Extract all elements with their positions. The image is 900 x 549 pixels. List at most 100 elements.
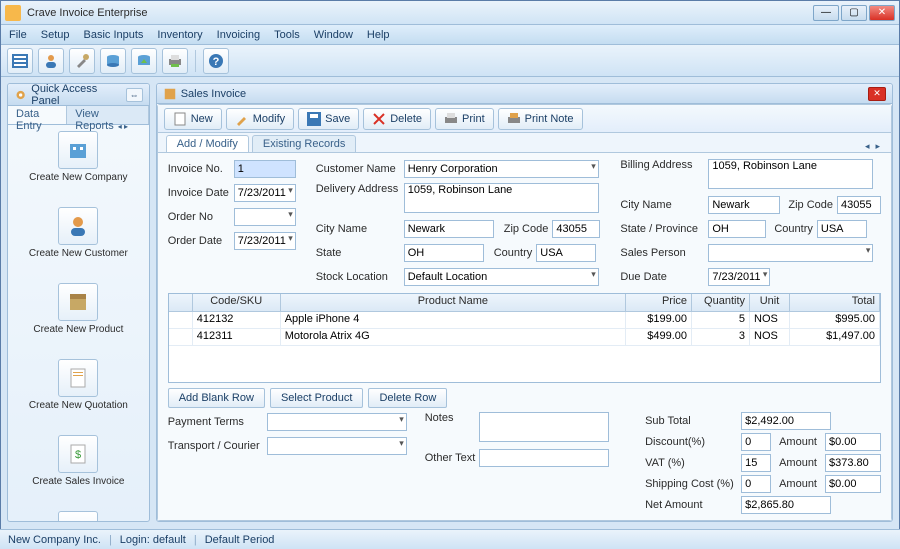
bstate-input[interactable] <box>708 220 766 238</box>
delivery-address-input[interactable] <box>404 183 599 213</box>
toolbar-db-icon[interactable] <box>100 48 126 74</box>
add-blank-row-button[interactable]: Add Blank Row <box>168 388 265 408</box>
lbl-invoice-no: Invoice No. <box>168 163 230 175</box>
notes-input[interactable] <box>479 412 609 442</box>
qap-create-sales-invoice[interactable]: $Create Sales Invoice <box>38 435 118 503</box>
qap-create-company[interactable]: Create New Company <box>38 131 118 199</box>
col-product[interactable]: Product Name <box>281 294 626 311</box>
lbl-zip: Zip Code <box>504 223 549 235</box>
qap-tab-data-entry[interactable]: Data Entry <box>8 106 67 124</box>
col-unit[interactable]: Unit <box>750 294 790 311</box>
maximize-button[interactable]: ▢ <box>841 5 867 21</box>
menu-inventory[interactable]: Inventory <box>157 29 202 41</box>
svg-text:?: ? <box>213 56 220 68</box>
qap-receive-payments[interactable]: $Receive Payments <box>38 511 118 521</box>
toolbar-print-icon[interactable] <box>162 48 188 74</box>
lbl-delivery: Delivery Address <box>316 183 400 195</box>
lbl-bcity: City Name <box>620 199 704 211</box>
qap-collapse-button[interactable]: ⇔ <box>126 88 143 102</box>
col-sku[interactable]: Code/SKU <box>193 294 281 311</box>
delete-button[interactable]: Delete <box>363 108 431 130</box>
invoice-date-input[interactable] <box>234 184 296 202</box>
vat-pct-input[interactable] <box>741 454 771 472</box>
col-qty[interactable]: Quantity <box>692 294 750 311</box>
customer-name-input[interactable] <box>404 160 599 178</box>
lbl-transport: Transport / Courier <box>168 440 263 452</box>
state-input[interactable] <box>404 244 484 262</box>
shipping-amt <box>825 475 881 493</box>
toolbar-user-icon[interactable] <box>38 48 64 74</box>
menu-basic-inputs[interactable]: Basic Inputs <box>83 29 143 41</box>
toolbar-db-up-icon[interactable] <box>131 48 157 74</box>
lbl-order-date: Order Date <box>168 235 230 247</box>
new-button[interactable]: New <box>164 108 222 130</box>
duedate-input[interactable] <box>708 268 770 286</box>
qap-title: Quick Access Panel <box>31 83 123 107</box>
bcountry-input[interactable] <box>817 220 867 238</box>
invoice-no-input[interactable] <box>234 160 296 178</box>
print-note-button[interactable]: Print Note <box>498 108 583 130</box>
transport-input[interactable] <box>267 437 407 455</box>
close-button[interactable]: ✕ <box>869 5 895 21</box>
bcity-input[interactable] <box>708 196 780 214</box>
lbl-order-no: Order No <box>168 211 230 223</box>
salesperson-input[interactable] <box>708 244 873 262</box>
line-items-grid: Code/SKU Product Name Price Quantity Uni… <box>168 293 881 383</box>
tab-nav-next[interactable]: ▸ <box>872 141 883 152</box>
toolbar-list-icon[interactable] <box>7 48 33 74</box>
tab-existing-records[interactable]: Existing Records <box>252 135 357 152</box>
menu-tools[interactable]: Tools <box>274 29 300 41</box>
order-date-input[interactable] <box>234 232 296 250</box>
invoice-icon <box>163 87 177 101</box>
status-company: New Company Inc. <box>8 534 101 546</box>
lbl-subtotal: Sub Total <box>645 415 737 427</box>
menu-setup[interactable]: Setup <box>41 29 70 41</box>
grid-row[interactable]: 412311Motorola Atrix 4G$499.003NOS$1,497… <box>169 329 880 346</box>
shipping-pct-input[interactable] <box>741 475 771 493</box>
toolbar-help-icon[interactable]: ? <box>203 48 229 74</box>
lbl-bcountry: Country <box>774 223 813 235</box>
discount-amt <box>825 433 881 451</box>
bzip-input[interactable] <box>837 196 881 214</box>
save-button[interactable]: Save <box>298 108 359 130</box>
menu-invoicing[interactable]: Invoicing <box>217 29 260 41</box>
menubar: File Setup Basic Inputs Inventory Invoic… <box>1 25 899 45</box>
discount-pct-input[interactable] <box>741 433 771 451</box>
qap-create-product[interactable]: Create New Product <box>38 283 118 351</box>
zip-input[interactable] <box>552 220 600 238</box>
statusbar: New Company Inc.| Login: default| Defaul… <box>0 529 900 549</box>
select-product-button[interactable]: Select Product <box>270 388 364 408</box>
lbl-payment-terms: Payment Terms <box>168 416 263 428</box>
qap-tab-view-reports[interactable]: View Reports◂ ▸ <box>67 106 149 124</box>
lbl-invoice-date: Invoice Date <box>168 187 230 199</box>
menu-window[interactable]: Window <box>314 29 353 41</box>
other-text-input[interactable] <box>479 449 609 467</box>
payment-terms-input[interactable] <box>267 413 407 431</box>
print-button[interactable]: Print <box>435 108 494 130</box>
city-input[interactable] <box>404 220 494 238</box>
modify-button[interactable]: Modify <box>226 108 294 130</box>
stock-location-input[interactable] <box>404 268 599 286</box>
svg-text:$: $ <box>75 449 81 461</box>
menu-file[interactable]: File <box>9 29 27 41</box>
qap-create-customer[interactable]: Create New Customer <box>38 207 118 275</box>
lbl-bzip: Zip Code <box>788 199 833 211</box>
tab-add-modify[interactable]: Add / Modify <box>166 135 249 152</box>
minimize-button[interactable]: — <box>813 5 839 21</box>
delete-row-button[interactable]: Delete Row <box>368 388 447 408</box>
panel-close-button[interactable]: ✕ <box>868 87 886 101</box>
grid-row[interactable]: 412132Apple iPhone 4$199.005NOS$995.00 <box>169 312 880 329</box>
country-input[interactable] <box>536 244 596 262</box>
col-price[interactable]: Price <box>626 294 692 311</box>
status-period: Default Period <box>205 534 275 546</box>
billing-address-input[interactable] <box>708 159 873 189</box>
toolbar-tools-icon[interactable] <box>69 48 95 74</box>
sales-title: Sales Invoice <box>181 88 246 100</box>
order-no-input[interactable] <box>234 208 296 226</box>
qap-create-quotation[interactable]: Create New Quotation <box>38 359 118 427</box>
menu-help[interactable]: Help <box>367 29 390 41</box>
quick-access-panel: Quick Access Panel ⇔ Data Entry View Rep… <box>7 83 150 522</box>
lbl-notes: Notes <box>425 412 475 424</box>
col-total[interactable]: Total <box>790 294 880 311</box>
tab-nav-prev[interactable]: ◂ <box>862 141 873 152</box>
